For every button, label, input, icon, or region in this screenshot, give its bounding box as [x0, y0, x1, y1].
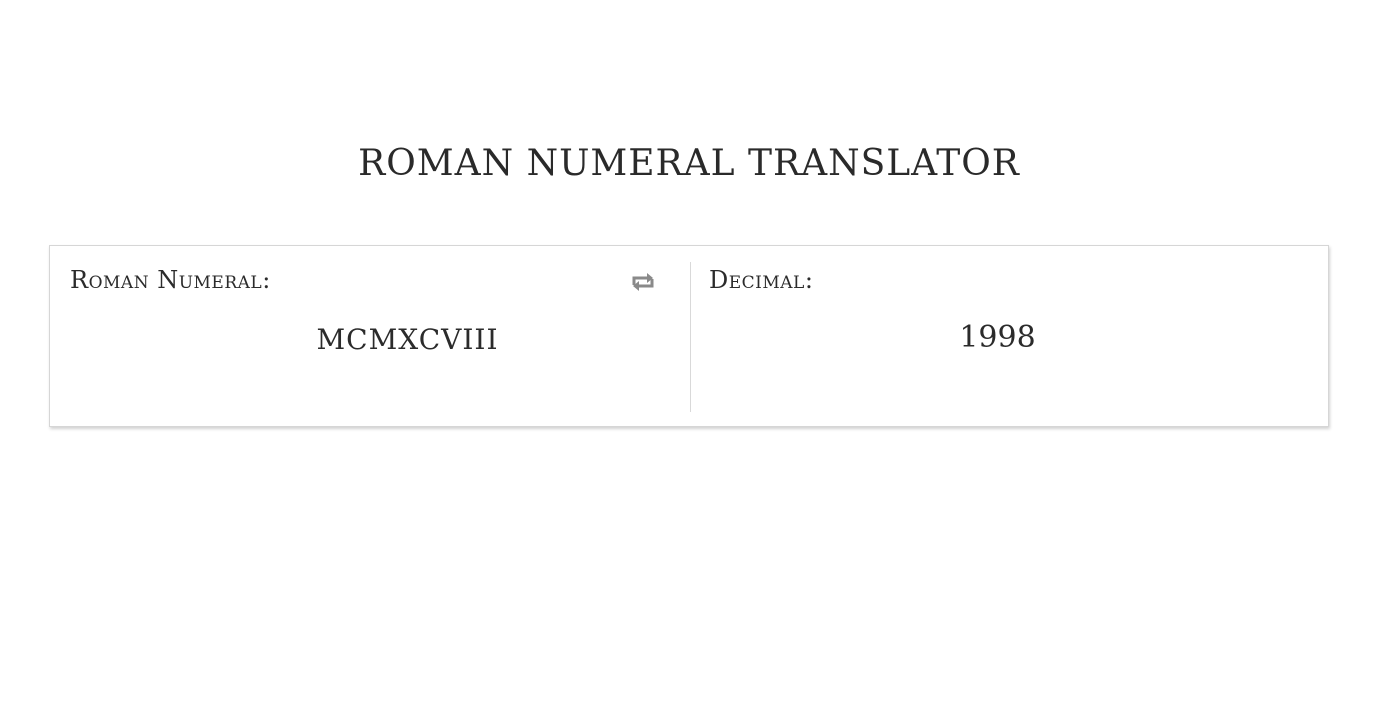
swap-arrows-icon	[632, 273, 654, 291]
swap-button[interactable]	[629, 269, 657, 295]
roman-numeral-value[interactable]: MCMXCVIII	[88, 322, 727, 358]
roman-numeral-label: Roman Numeral:	[70, 266, 271, 294]
page-title: ROMAN NUMERAL TRANSLATOR	[358, 143, 1020, 184]
decimal-pane[interactable]: Decimal: 1998	[689, 246, 1328, 426]
translator-card: Roman Numeral: MCMXCVIII Decimal: 1998	[49, 245, 1329, 427]
roman-numeral-pane[interactable]: Roman Numeral: MCMXCVIII	[50, 246, 689, 426]
decimal-label: Decimal:	[709, 266, 814, 294]
decimal-value[interactable]: 1998	[678, 320, 1317, 356]
